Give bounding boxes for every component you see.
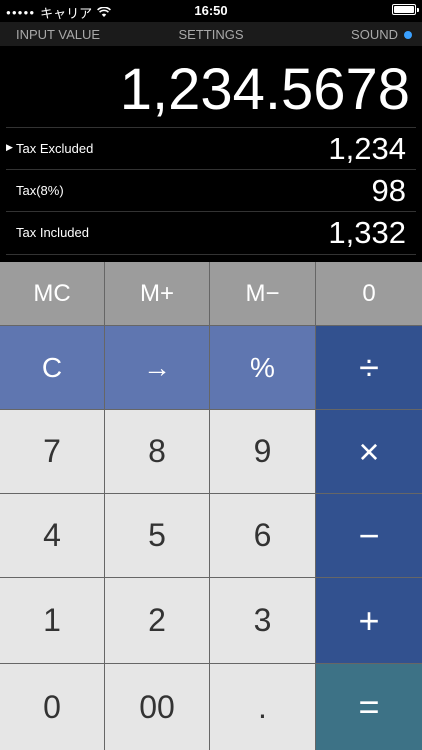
mc-button[interactable]: MC (0, 262, 105, 326)
seven-button[interactable]: 7 (0, 410, 105, 494)
sound-toggle[interactable]: SOUND (351, 27, 412, 42)
battery-icon (392, 4, 419, 15)
clear-button[interactable]: C (0, 326, 105, 410)
percent-button[interactable]: % (210, 326, 316, 410)
status-right (392, 4, 419, 15)
two-button[interactable]: 2 (105, 578, 210, 664)
display: 1,234.5678 (0, 46, 422, 126)
status-time: 16:50 (194, 3, 228, 18)
arrow-button[interactable]: → (105, 326, 210, 410)
m-minus-button[interactable]: M− (210, 262, 316, 326)
minus-button[interactable]: − (316, 494, 422, 578)
nine-button[interactable]: 9 (210, 410, 316, 494)
tax-label: Tax(8%) (16, 183, 64, 198)
decimal-button[interactable]: . (210, 664, 316, 750)
tax-excluded-label: Tax Excluded (16, 141, 94, 156)
keypad: MC M+ M− 0 C → % ÷ 7 8 9 × 4 5 6 − 1 2 3… (0, 262, 422, 750)
four-button[interactable]: 4 (0, 494, 105, 578)
selected-marker-icon: ▶ (6, 142, 13, 152)
m-plus-button[interactable]: M+ (105, 262, 210, 326)
zero-button[interactable]: 0 (0, 664, 105, 750)
memory-value-display: 0 (316, 262, 422, 326)
one-button[interactable]: 1 (0, 578, 105, 664)
tax-excluded-row[interactable]: ▶ Tax Excluded 1,234 (6, 127, 416, 170)
main-value: 1,234.5678 (119, 57, 410, 122)
equals-button[interactable]: = (316, 664, 422, 750)
six-button[interactable]: 6 (210, 494, 316, 578)
tax-excluded-value: 1,234 (328, 131, 406, 166)
plus-button[interactable]: + (316, 578, 422, 664)
five-button[interactable]: 5 (105, 494, 210, 578)
tax-included-label: Tax Included (16, 225, 89, 240)
tax-included-row[interactable]: Tax Included 1,332 (6, 211, 416, 255)
tax-included-value: 1,332 (328, 215, 406, 250)
sound-indicator-icon (404, 30, 412, 39)
eight-button[interactable]: 8 (105, 410, 210, 494)
double-zero-button[interactable]: 00 (105, 664, 210, 750)
divide-button[interactable]: ÷ (316, 326, 422, 410)
sound-label: SOUND (351, 27, 398, 42)
menu-bar: INPUT VALUE SETTINGS SOUND (0, 22, 422, 46)
status-bar: ●●●●● キャリア 16:50 (0, 0, 422, 22)
tax-row[interactable]: Tax(8%) 98 (6, 169, 416, 212)
multiply-button[interactable]: × (316, 410, 422, 494)
tax-value: 98 (371, 173, 406, 208)
battery-fill (394, 6, 414, 13)
three-button[interactable]: 3 (210, 578, 316, 664)
